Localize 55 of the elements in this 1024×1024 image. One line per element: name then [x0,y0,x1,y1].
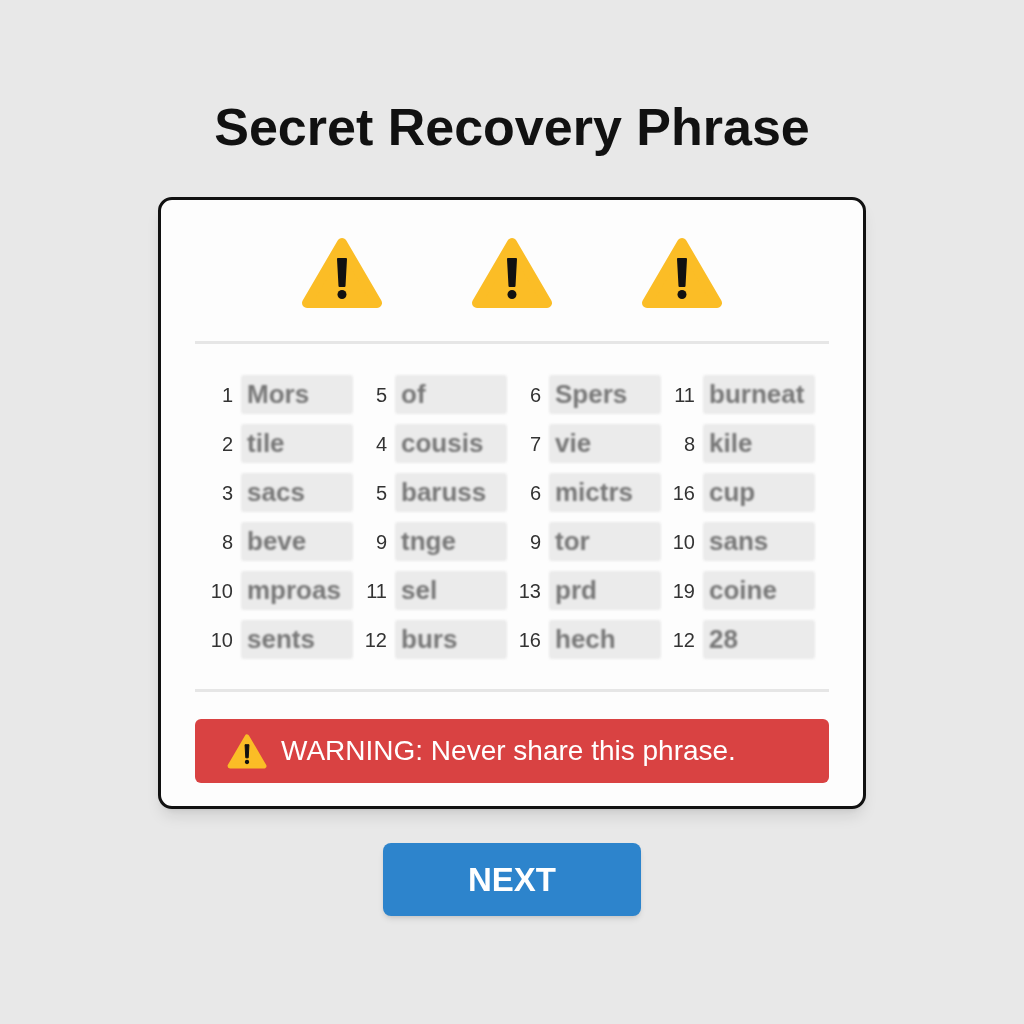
phrase-word: beve [241,522,353,561]
word-number: 12 [671,627,695,653]
word-number: 2 [220,431,233,457]
word-number: 10 [671,529,695,555]
word-number: 9 [528,529,541,555]
word-number: 4 [374,431,387,457]
phrase-word: of [395,375,507,414]
word-number: 11 [365,578,387,604]
phrase-word: burneat [703,375,815,414]
phrase-word: tnge [395,522,507,561]
word-number: 6 [528,382,541,408]
phrase-word: tile [241,424,353,463]
warning-icon [471,237,553,309]
phrase-word: baruss [395,473,507,512]
word-number: 19 [671,578,695,604]
phrase-word: 28 [703,620,815,659]
page-title: Secret Recovery Phrase [214,97,810,158]
warning-icon [301,237,383,309]
warning-icon [641,237,723,309]
word-number: 10 [209,627,233,653]
phrase-word: sents [241,620,353,659]
phrase-word: burs [395,620,507,659]
word-number: 16 [517,627,541,653]
word-number: 10 [209,578,233,604]
word-number: 1 [220,382,233,408]
phrase-word: Mors [241,375,353,414]
phrase-word: sacs [241,473,353,512]
phrase-word: cup [703,473,815,512]
word-number: 16 [671,480,695,506]
word-number: 9 [374,529,387,555]
phrase-word: cousis [395,424,507,463]
warning-text: WARNING: Never share this phrase. [281,734,736,768]
phrase-word: kile [703,424,815,463]
word-number: 3 [220,480,233,506]
phrase-word: sans [703,522,815,561]
word-number: 12 [363,627,387,653]
word-number: 13 [517,578,541,604]
phrase-word: mproas [241,571,353,610]
word-number: 5 [374,480,387,506]
phrase-word: sel [395,571,507,610]
word-number: 8 [682,431,695,457]
word-number: 8 [220,529,233,555]
phrase-word: Spers [549,375,661,414]
word-number: 11 [673,382,695,408]
word-number: 5 [374,382,387,408]
next-button[interactable]: NEXT [383,843,641,916]
phrase-word: coine [703,571,815,610]
word-number: 6 [528,480,541,506]
phrase-word: prd [549,571,661,610]
phrase-word: vie [549,424,661,463]
phrase-word: mictrs [549,473,661,512]
phrase-word: tor [549,522,661,561]
word-number: 7 [528,431,541,457]
warning-icon [227,733,267,769]
phrase-word: hech [549,620,661,659]
